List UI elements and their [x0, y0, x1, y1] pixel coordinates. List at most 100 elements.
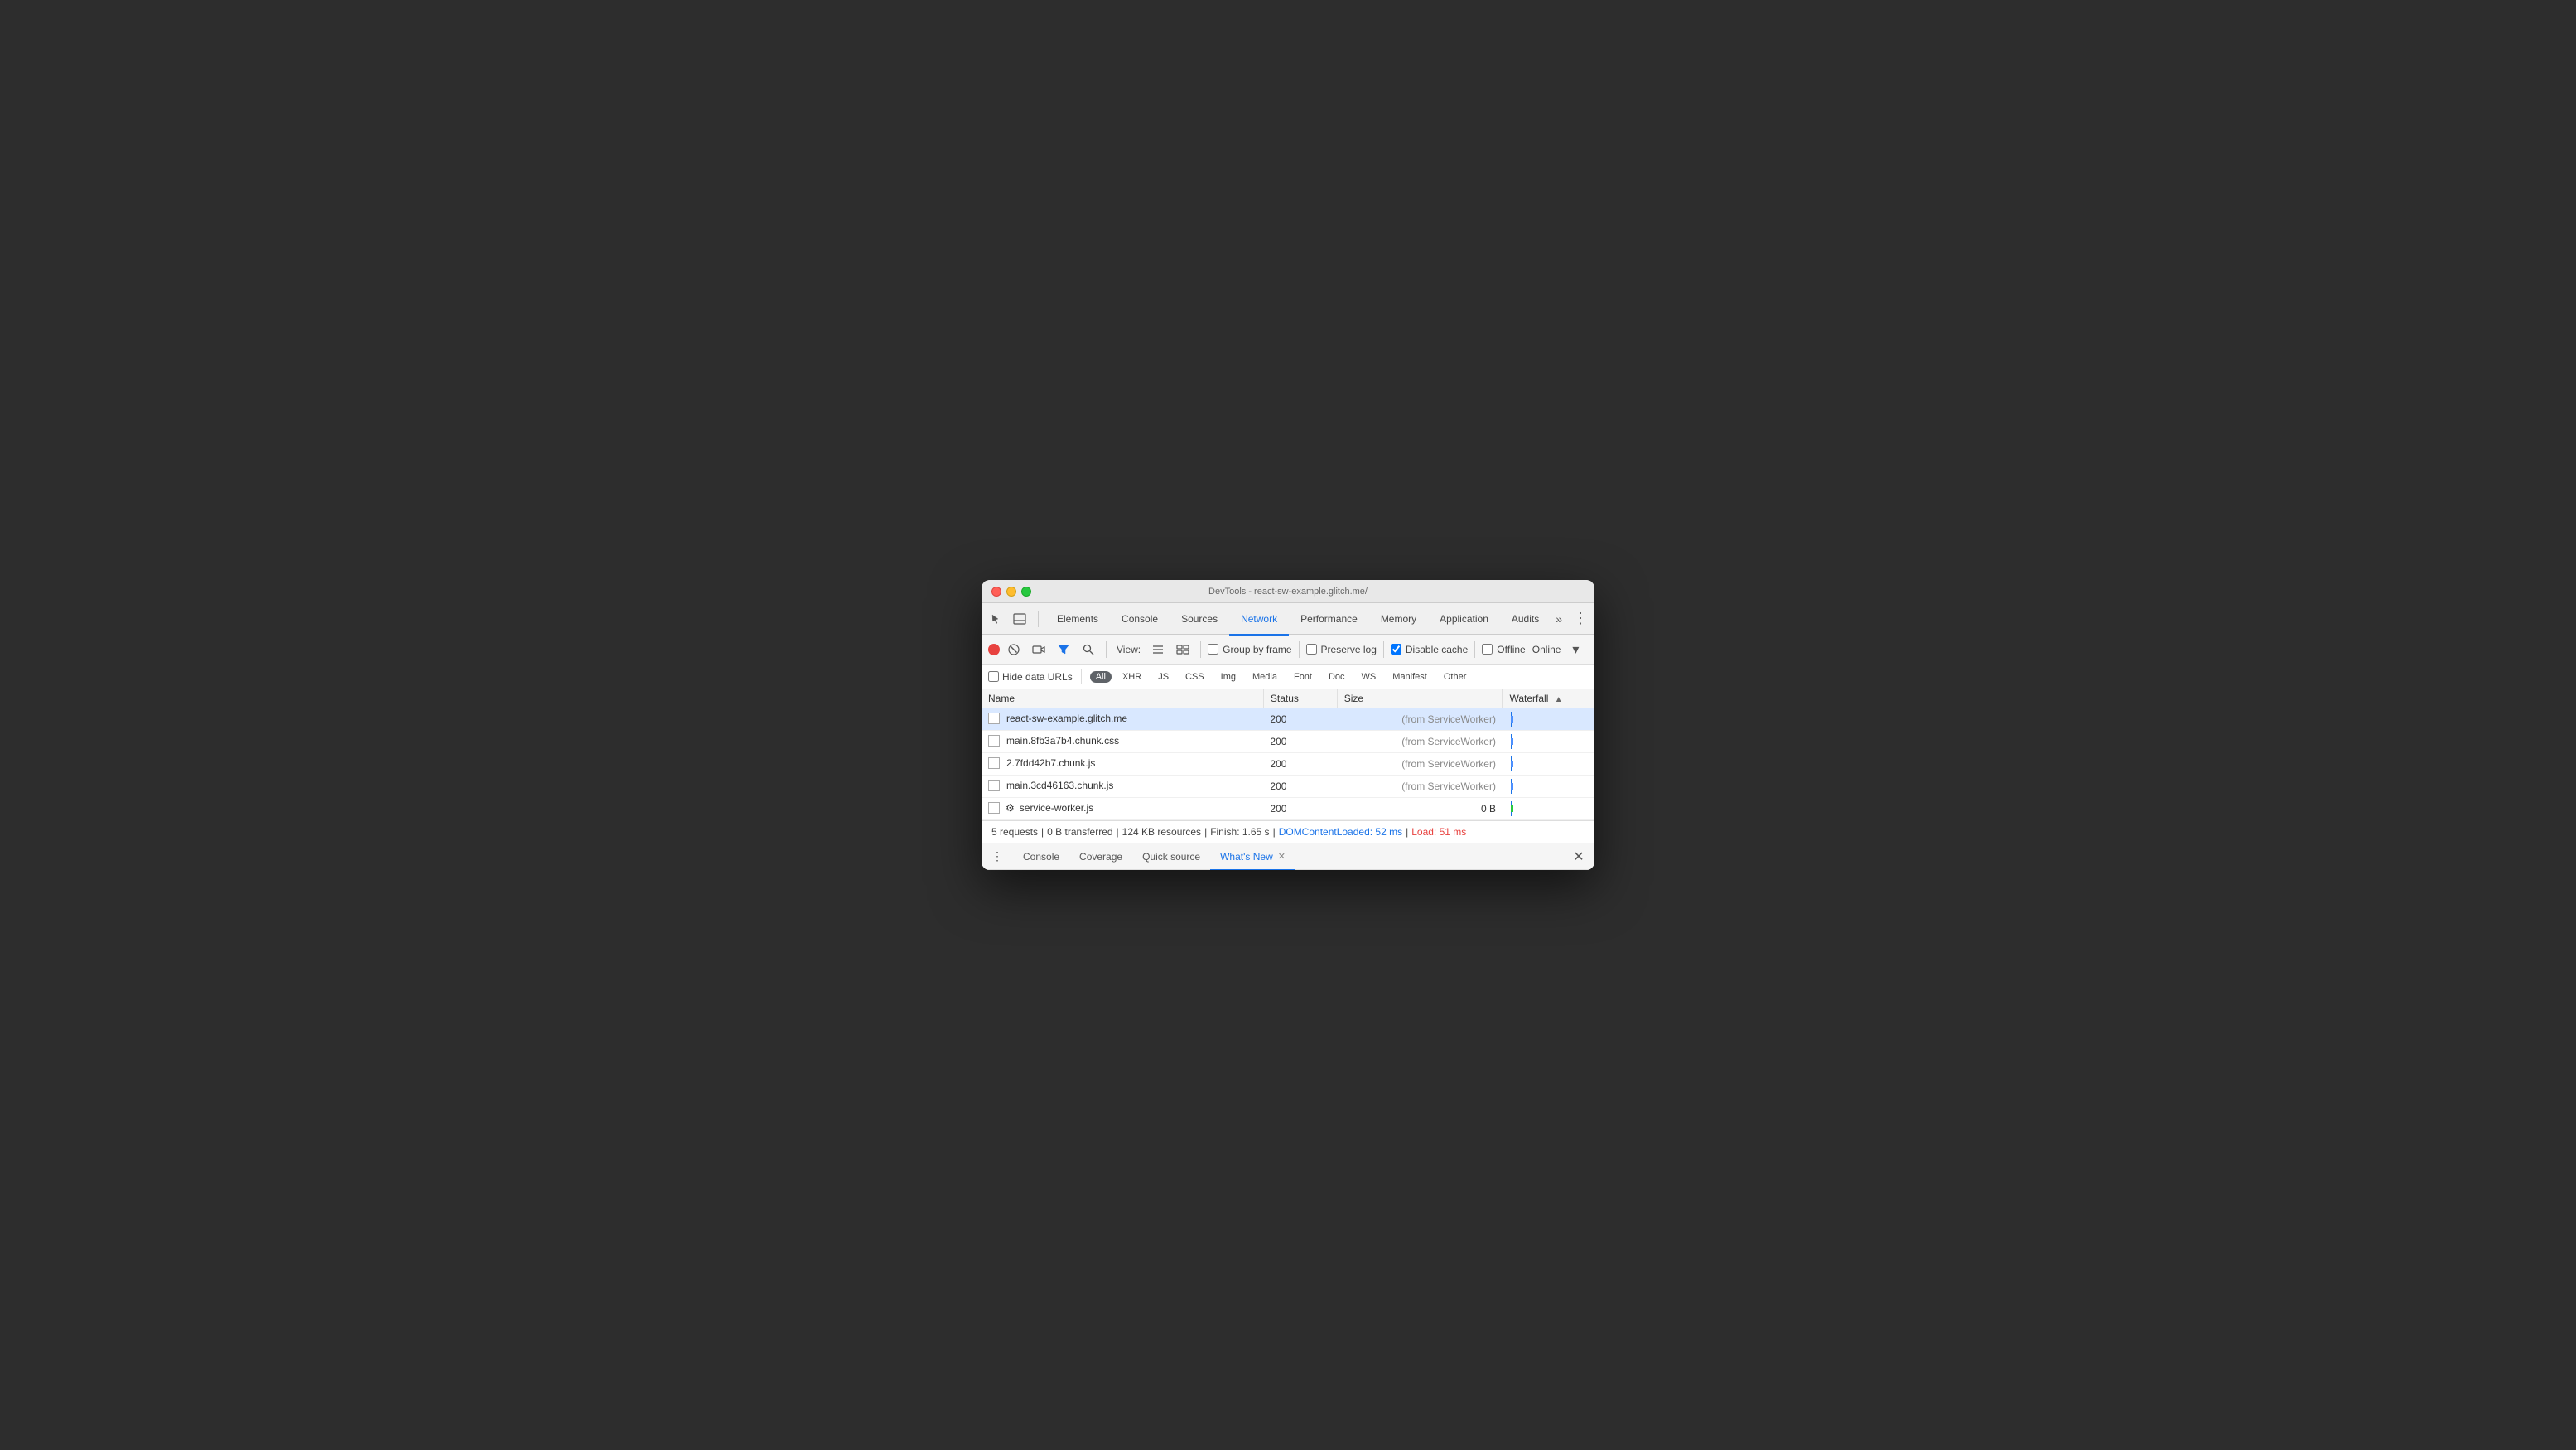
preserve-log-checkbox[interactable]: Preserve log	[1306, 644, 1377, 655]
toolbar-separator-5	[1474, 641, 1475, 658]
sort-arrow-icon: ▲	[1555, 695, 1563, 704]
filter-type-ws[interactable]: WS	[1356, 671, 1382, 683]
cell-name: main.8fb3a7b4.chunk.css	[982, 731, 1263, 753]
cell-size: (from ServiceWorker)	[1337, 708, 1503, 731]
group-by-frame-checkbox[interactable]: Group by frame	[1208, 644, 1291, 655]
waterfall-bar	[1511, 783, 1513, 790]
table-row[interactable]: main.3cd46163.chunk.js200(from ServiceWo…	[982, 776, 1594, 798]
cell-waterfall	[1503, 708, 1594, 731]
disable-cache-label: Disable cache	[1406, 644, 1468, 655]
cell-status: 200	[1263, 731, 1337, 753]
search-icon[interactable]	[1078, 639, 1099, 660]
requests-count: 5 requests	[991, 826, 1038, 838]
filter-type-media[interactable]: Media	[1247, 671, 1283, 683]
bottom-tab-coverage[interactable]: Coverage	[1069, 844, 1132, 871]
tab-console[interactable]: Console	[1110, 604, 1170, 636]
toolbar-separator-4	[1383, 641, 1384, 658]
close-button[interactable]	[991, 587, 1001, 597]
disable-cache-checkbox[interactable]: Disable cache	[1391, 644, 1468, 655]
bottom-tab-quick-source[interactable]: Quick source	[1132, 844, 1210, 871]
filter-type-manifest[interactable]: Manifest	[1387, 671, 1433, 683]
col-header-waterfall[interactable]: Waterfall ▲	[1503, 689, 1594, 708]
waterfall-bar	[1511, 716, 1513, 723]
filter-type-js[interactable]: JS	[1152, 671, 1175, 683]
table-row[interactable]: ⚙service-worker.js2000 B	[982, 798, 1594, 820]
fullscreen-button[interactable]	[1021, 587, 1031, 597]
preserve-log-label: Preserve log	[1321, 644, 1377, 655]
filter-type-other[interactable]: Other	[1438, 671, 1473, 683]
filter-icon[interactable]	[1053, 639, 1074, 660]
finish-time: Finish: 1.65 s	[1210, 826, 1269, 838]
whats-new-close-icon[interactable]: ✕	[1278, 851, 1286, 862]
tab-performance[interactable]: Performance	[1289, 604, 1369, 636]
dom-content-loaded[interactable]: DOMContentLoaded: 52 ms	[1279, 826, 1402, 838]
more-tabs-button[interactable]: »	[1551, 612, 1567, 626]
record-button[interactable]	[988, 644, 1000, 655]
minimize-button[interactable]	[1006, 587, 1016, 597]
tab-memory[interactable]: Memory	[1369, 604, 1428, 636]
dock-icon[interactable]	[1011, 611, 1028, 627]
waterfall-bar	[1511, 805, 1513, 812]
col-header-size[interactable]: Size	[1337, 689, 1503, 708]
filter-type-css[interactable]: CSS	[1179, 671, 1210, 683]
cell-size: 0 B	[1337, 798, 1503, 820]
offline-input[interactable]	[1482, 644, 1493, 655]
list-view-icon[interactable]	[1147, 639, 1169, 660]
clear-button[interactable]	[1003, 639, 1025, 660]
filter-type-img[interactable]: Img	[1215, 671, 1242, 683]
hide-data-urls-input[interactable]	[988, 671, 999, 682]
table-row[interactable]: main.8fb3a7b4.chunk.css200(from ServiceW…	[982, 731, 1594, 753]
filter-type-all[interactable]: All	[1090, 671, 1112, 683]
toolbar-separator-1	[1106, 641, 1107, 658]
filter-type-font[interactable]: Font	[1288, 671, 1318, 683]
video-icon[interactable]	[1028, 639, 1049, 660]
file-icon	[988, 713, 1000, 724]
filter-type-xhr[interactable]: XHR	[1117, 671, 1147, 683]
cell-waterfall	[1503, 798, 1594, 820]
load-time[interactable]: Load: 51 ms	[1411, 826, 1466, 838]
devtools-window: DevTools - react-sw-example.glitch.me/	[982, 580, 1594, 870]
transferred-size: 0 B transferred	[1047, 826, 1112, 838]
disable-cache-input[interactable]	[1391, 644, 1401, 655]
tab-network[interactable]: Network	[1229, 604, 1289, 636]
filter-bar: Hide data URLs All XHR JS CSS Img Media …	[982, 665, 1594, 689]
table-header-row: Name Status Size Waterfall ▲	[982, 689, 1594, 708]
hide-data-urls-checkbox[interactable]: Hide data URLs	[988, 671, 1073, 683]
file-icon	[988, 757, 1000, 769]
cell-status: 200	[1263, 753, 1337, 776]
table-row[interactable]: react-sw-example.glitch.me200(from Servi…	[982, 708, 1594, 731]
preserve-log-input[interactable]	[1306, 644, 1317, 655]
cell-waterfall	[1503, 776, 1594, 798]
bottom-tabs: ⋮ Console Coverage Quick source What's N…	[982, 843, 1594, 870]
cursor-icon[interactable]	[988, 611, 1005, 627]
grouped-view-icon[interactable]	[1172, 639, 1194, 660]
throttle-dropdown[interactable]: ▾	[1567, 641, 1584, 658]
network-table-container: Name Status Size Waterfall ▲	[982, 689, 1594, 820]
tab-sources[interactable]: Sources	[1170, 604, 1229, 636]
bottom-tab-whats-new[interactable]: What's New ✕	[1210, 844, 1295, 871]
cell-size: (from ServiceWorker)	[1337, 731, 1503, 753]
file-icon	[988, 780, 1000, 791]
bottom-tab-menu-button[interactable]: ⋮	[988, 848, 1006, 866]
bottom-panel-close-button[interactable]: ✕	[1570, 848, 1588, 866]
cell-name: 2.7fdd42b7.chunk.js	[982, 753, 1263, 776]
table-row[interactable]: 2.7fdd42b7.chunk.js200(from ServiceWorke…	[982, 753, 1594, 776]
file-icon	[988, 735, 1000, 747]
tab-audits[interactable]: Audits	[1500, 604, 1551, 636]
tab-application[interactable]: Application	[1428, 604, 1500, 636]
tab-elements[interactable]: Elements	[1045, 604, 1110, 636]
tab-bar: Elements Console Sources Network Perform…	[982, 603, 1594, 635]
gear-icon: ⚙	[1006, 802, 1015, 814]
hide-data-urls-label: Hide data URLs	[1002, 671, 1073, 683]
offline-checkbox[interactable]: Offline	[1482, 644, 1525, 655]
devtools-menu-button[interactable]: ⋮	[1573, 610, 1588, 627]
toolbar-separator-2	[1200, 641, 1201, 658]
col-header-name[interactable]: Name	[982, 689, 1263, 708]
col-header-status[interactable]: Status	[1263, 689, 1337, 708]
waterfall-bar	[1511, 761, 1513, 767]
filter-type-doc[interactable]: Doc	[1323, 671, 1351, 683]
group-by-frame-input[interactable]	[1208, 644, 1218, 655]
bottom-tab-console[interactable]: Console	[1013, 844, 1069, 871]
cell-status: 200	[1263, 776, 1337, 798]
traffic-lights	[991, 587, 1031, 597]
